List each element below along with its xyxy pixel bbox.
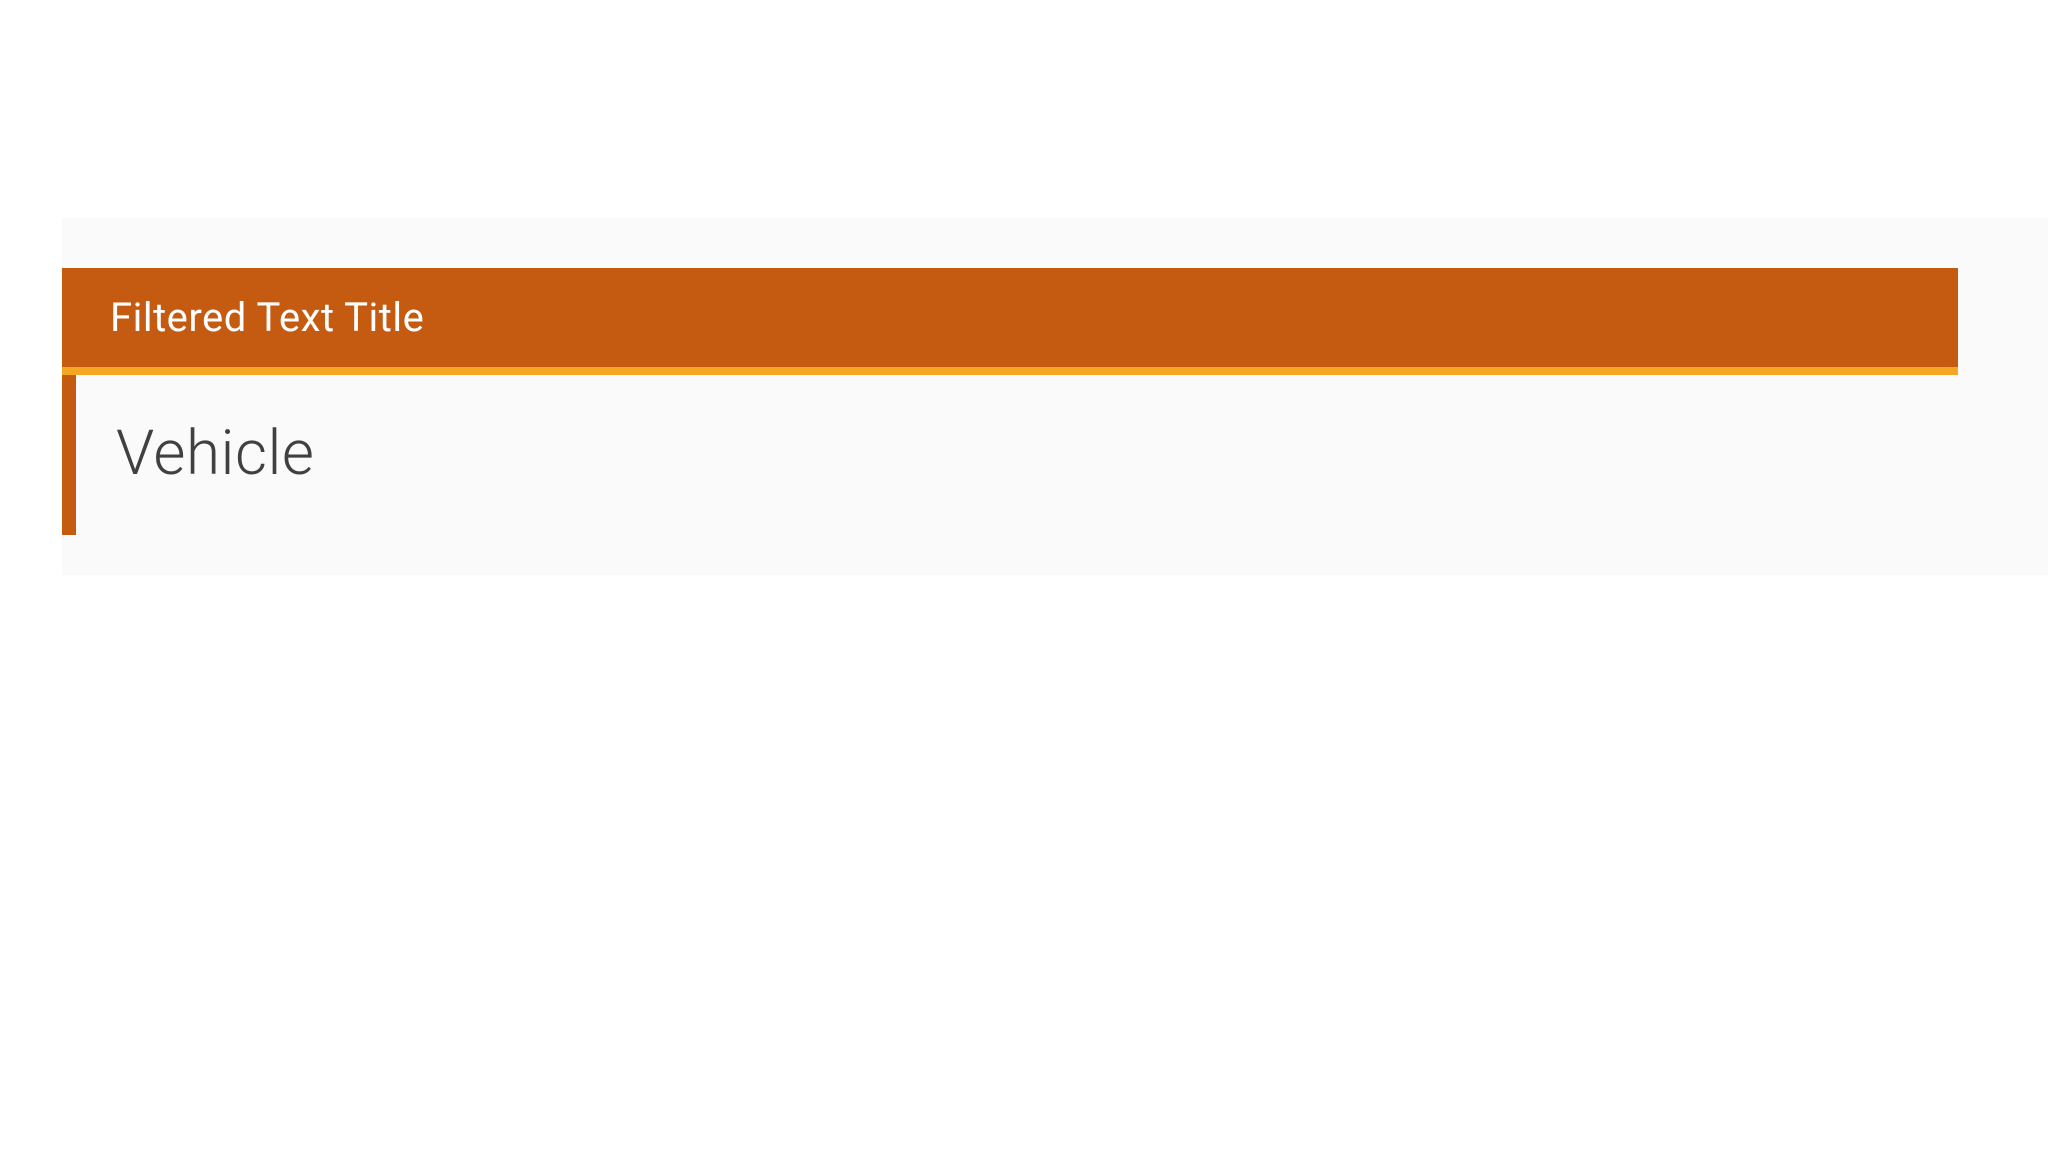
accent-divider xyxy=(62,367,1958,375)
panel-inner: Filtered Text Title Vehicle xyxy=(62,268,1958,535)
content-row: Vehicle xyxy=(62,375,1958,535)
filtered-text-panel: Filtered Text Title Vehicle xyxy=(62,218,2048,575)
left-marker xyxy=(62,375,76,535)
panel-title: Filtered Text Title xyxy=(110,294,1910,341)
panel-header: Filtered Text Title xyxy=(62,268,1958,367)
filtered-value: Vehicle xyxy=(76,375,354,535)
